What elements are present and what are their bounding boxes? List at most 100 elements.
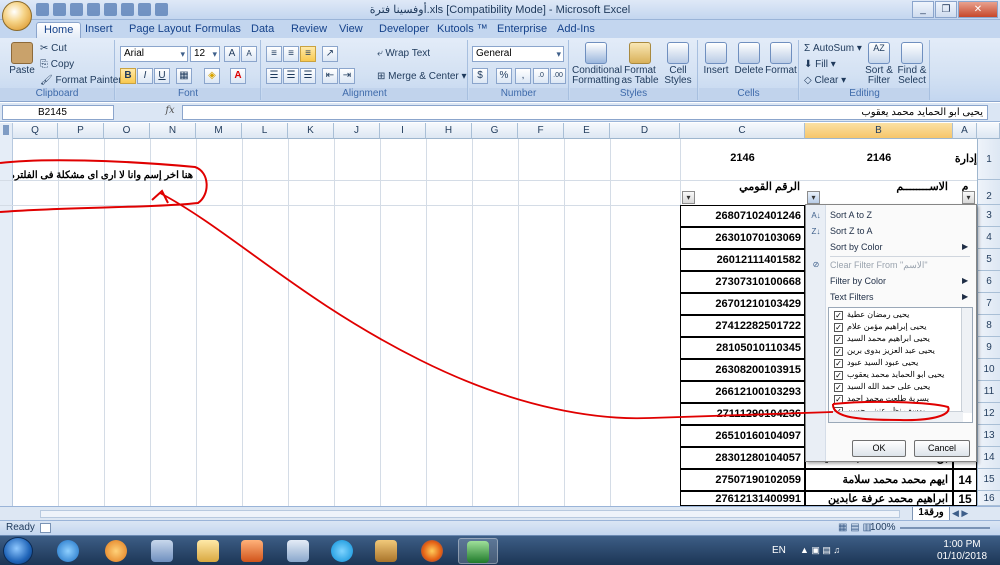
borders-button[interactable]: ▦ — [176, 68, 192, 84]
row-header-16[interactable]: 16 — [977, 491, 1000, 506]
national-id-cell[interactable]: 26612100103293 — [680, 381, 805, 403]
zoom-level[interactable]: 100% — [870, 522, 896, 533]
national-id-cell[interactable]: 26012111401582 — [680, 249, 805, 271]
col-header-n[interactable]: N — [150, 123, 196, 139]
align-top-icon[interactable]: ≡ — [266, 46, 282, 62]
national-id-cell[interactable]: 27612131400991 — [680, 491, 805, 506]
row-header-12[interactable]: 12 — [977, 403, 1000, 425]
col-header-k[interactable]: K — [288, 123, 334, 139]
serial-cell[interactable]: 15 — [953, 491, 977, 506]
page-view-icons[interactable]: ▦ ▤ ▥ — [838, 522, 872, 533]
cell-a1[interactable]: إدارة ال — [953, 152, 977, 165]
name-cell[interactable]: ايهم محمد محمد سلامة — [805, 469, 953, 491]
clock-date[interactable]: 01/10/2018 — [932, 551, 992, 562]
taskbar-briefcase[interactable] — [366, 538, 406, 564]
national-id-cell[interactable]: 27507190102059 — [680, 469, 805, 491]
row-header-13[interactable]: 13 — [977, 425, 1000, 447]
row-header-5[interactable]: 5 — [977, 249, 1000, 271]
select-all-corner[interactable] — [977, 123, 1000, 139]
col-header-q[interactable]: Q — [13, 123, 58, 139]
horizontal-scrollbar[interactable] — [40, 510, 900, 518]
row-header-1[interactable]: 1 — [977, 139, 1000, 180]
tab-home[interactable]: Home — [36, 22, 82, 38]
col-header-h[interactable]: H — [426, 123, 472, 139]
orientation-icon[interactable]: ↗ — [322, 46, 338, 62]
tab-data[interactable]: Data — [244, 22, 281, 38]
national-id-cell[interactable]: 27412282501722 — [680, 315, 805, 337]
cell-c2[interactable]: الرقم القومي — [680, 180, 804, 193]
national-id-cell[interactable]: 26510160104097 — [680, 425, 805, 447]
checkbox-icon[interactable]: ✓ — [834, 335, 843, 344]
clear-button[interactable]: ◇ Clear ▾ — [804, 75, 846, 86]
increase-indent-icon[interactable]: ⇥ — [339, 68, 355, 84]
row-header-8[interactable]: 8 — [977, 315, 1000, 337]
minimize-button[interactable]: _ — [912, 1, 934, 18]
sheet-nav-icon[interactable]: ◀ ▶ — [952, 508, 968, 519]
col-header-g[interactable]: G — [472, 123, 518, 139]
col-header-i[interactable]: I — [380, 123, 426, 139]
formula-input[interactable]: يحيى ابو الحمايد محمد يعقوب — [182, 105, 988, 120]
name-box[interactable]: B2145 — [2, 105, 114, 120]
decrease-indent-icon[interactable]: ⇤ — [322, 68, 338, 84]
taskbar-media[interactable] — [232, 538, 272, 564]
col-header-f[interactable]: F — [518, 123, 564, 139]
tray-icons[interactable]: ▲ ▣ ▤ ♫ — [800, 545, 840, 556]
tab-formulas[interactable]: Formulas — [188, 22, 248, 38]
copy-button[interactable]: ⎘ Copy — [40, 59, 74, 70]
decrease-decimal-icon[interactable]: .00 — [550, 68, 566, 84]
tab-kutools[interactable]: Kutools ™ — [430, 22, 495, 38]
fill-button[interactable]: ⬇ Fill ▾ — [804, 59, 836, 70]
bold-button[interactable]: B — [120, 68, 136, 84]
clock-time[interactable]: 1:00 PM — [932, 539, 992, 550]
national-id-cell[interactable]: 26807102401246 — [680, 205, 805, 227]
align-middle-icon[interactable]: ≡ — [283, 46, 299, 62]
filter-dropdown-a[interactable]: ▾ — [962, 191, 975, 204]
tab-review[interactable]: Review — [284, 22, 334, 38]
shrink-font-button[interactable]: A — [241, 46, 257, 62]
insert-cells-button[interactable]: Insert — [699, 42, 733, 76]
align-right-icon[interactable]: ☰ — [300, 68, 316, 84]
align-left-icon[interactable]: ☰ — [266, 68, 282, 84]
macro-record-icon[interactable] — [40, 523, 51, 533]
clear-filter[interactable]: Clear Filter From "الاسم" — [830, 260, 928, 271]
taskbar-network[interactable] — [142, 538, 182, 564]
col-header-e[interactable]: E — [564, 123, 610, 139]
tab-add-ins[interactable]: Add-Ins — [550, 22, 602, 38]
row-header-10[interactable]: 10 — [977, 359, 1000, 381]
checkbox-icon[interactable]: ✓ — [834, 395, 843, 404]
format-painter-button[interactable]: 🖌 Format Painter — [40, 75, 122, 86]
cell-c1[interactable]: 2146 — [680, 152, 805, 164]
col-header-c[interactable]: C — [680, 123, 805, 139]
zoom-slider[interactable] — [900, 527, 990, 529]
row-header-15[interactable]: 15 — [977, 469, 1000, 491]
font-color-button[interactable]: A — [230, 68, 246, 84]
cell-b1[interactable]: 2146 — [805, 152, 953, 164]
tab-developer[interactable]: Developer — [372, 22, 436, 38]
office-button[interactable] — [2, 1, 32, 31]
font-size-select[interactable]: 12 — [190, 46, 220, 62]
checkbox-icon[interactable]: ✓ — [834, 371, 843, 380]
sort-filter-button[interactable]: AZ Sort & Filter — [862, 42, 896, 86]
filter-item[interactable]: ✓ يحيى ابو الحمايد محمد يعقوب — [834, 370, 952, 382]
merge-center-button[interactable]: ⊞ Merge & Center ▾ — [377, 71, 467, 82]
sort-a-to-z[interactable]: Sort A to Z — [830, 210, 872, 220]
row-header-7[interactable]: 7 — [977, 293, 1000, 315]
list-horizontal-scrollbar[interactable] — [829, 411, 963, 422]
national-id-cell[interactable]: 28301280104057 — [680, 447, 805, 469]
delete-cells-button[interactable]: Delete — [733, 42, 765, 76]
filter-values-list[interactable]: ✓ يحيى رمضان عطية ✓ يحيى إبراهيم مؤمن علام… — [828, 307, 973, 423]
checkbox-icon[interactable]: ✓ — [834, 359, 843, 368]
paste-button[interactable]: Paste — [2, 42, 42, 76]
national-id-cell[interactable]: 27307310100668 — [680, 271, 805, 293]
filter-item[interactable]: ✓ يحيى عبود السيد عبود — [834, 358, 952, 370]
ok-button[interactable]: OK — [852, 440, 906, 457]
row-header-9[interactable]: 9 — [977, 337, 1000, 359]
col-header-p[interactable]: P — [58, 123, 104, 139]
national-id-cell[interactable]: 27111290104236 — [680, 403, 805, 425]
national-id-cell[interactable]: 26701210103429 — [680, 293, 805, 315]
filter-item[interactable]: ✓ يحيى رمضان عطية — [834, 310, 952, 322]
sheet-tab[interactable]: ورقة1 — [912, 507, 950, 521]
fx-icon[interactable]: fx — [160, 105, 180, 120]
sort-by-color[interactable]: Sort by Color ▶ — [830, 242, 968, 252]
increase-decimal-icon[interactable]: .0 — [533, 68, 549, 84]
